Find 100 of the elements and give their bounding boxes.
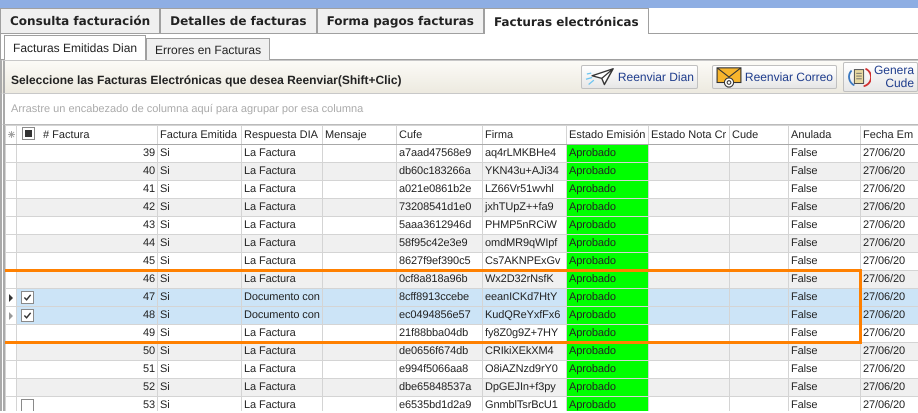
table-cell: False (788, 306, 860, 324)
table-cell: dbe65848537a (396, 378, 482, 396)
table-cell: Si (158, 324, 242, 342)
column-header[interactable]: Estado Emisión (566, 126, 648, 144)
table-cell: False (788, 396, 860, 411)
table-cell: La Factura (242, 396, 322, 411)
row-checkbox[interactable] (21, 399, 34, 411)
toolbar-button[interactable]: Genera Cude (842, 62, 918, 92)
table-cell: Si (158, 288, 242, 306)
paper-plane-icon (584, 66, 615, 88)
table-cell: 27/06/20 (860, 306, 918, 324)
table-cell: 21f88bba04db (396, 324, 482, 342)
row-checkbox[interactable] (21, 309, 34, 322)
column-header[interactable]: Firma (482, 126, 566, 144)
table-cell: 27/06/20 (860, 378, 918, 396)
table-cell: e6535bd1d2a9 (396, 396, 482, 411)
table-cell: 39 (142, 146, 155, 161)
table-row[interactable]: 53 Si La Factura e6535bd1d2a9 GnmblTsrBcU1 Aprobado False 27/06/20 (6, 396, 918, 411)
table-cell: Si (158, 396, 242, 411)
table-row[interactable]: 45 Si La Factura 8627f9ef390c5 Cs7AKNPExGv Aprobado False 27/06/20 (6, 252, 918, 270)
column-header[interactable]: Cude (730, 126, 788, 144)
table-cell: YKN43u+AJi34 (482, 162, 566, 180)
table-cell: Aprobado (566, 234, 648, 252)
table-cell: 48 (142, 308, 155, 323)
table-cell: Si (158, 162, 242, 180)
column-header[interactable]: Mensaje (322, 126, 396, 144)
tab[interactable]: Facturas Emitidas Dian (4, 35, 146, 60)
table-cell: Aprobado (566, 306, 648, 324)
table-cell: 8cff8913ccebe (396, 288, 482, 306)
table-cell: False (788, 162, 860, 180)
table-cell: False (788, 234, 860, 252)
table-cell: Aprobado (566, 378, 648, 396)
table-row[interactable]: 48 Si Documento con ec0494856e57 KudQReYxfFx6 Aprobado False 27/06/20 (6, 306, 918, 324)
table-row[interactable]: 50 Si La Factura de0656f674db CRIkiXEkXM4 Aprobado False 27/06/20 (6, 342, 918, 360)
table-cell: 40 (142, 164, 155, 179)
table-cell: eeanICKd7HtY (482, 288, 566, 306)
tab[interactable]: Facturas electrónicas (484, 8, 649, 34)
group-panel-hint: Arrastre un encabezado de columna aquí para agrupar por esa columna (11, 103, 364, 115)
column-header[interactable]: Estado Nota Cr (648, 126, 730, 144)
table-cell: 58f95c42e3e9 (396, 234, 482, 252)
table-row[interactable]: 42 Si La Factura 73208541d1e0 jxhTUpZ++fa9 Aprobado False 27/06/20 (6, 198, 918, 216)
table-cell: 27/06/20 (860, 234, 918, 252)
table-cell: ec0494856e57 (396, 306, 482, 324)
column-header[interactable]: Anulada (788, 126, 860, 144)
table-cell: DpGEJIn+f3py (482, 378, 566, 396)
table-cell: 73208541d1e0 (396, 198, 482, 216)
table-cell: 52 (142, 380, 155, 395)
table-cell: La Factura (242, 234, 322, 252)
table-cell: 46 (142, 272, 155, 287)
table-cell: 27/06/20 (860, 342, 918, 360)
toolbar-title: Seleccione las Facturas Electrónicas que desea Reenviar(Shift+Clic) (11, 72, 402, 87)
table-cell: Aprobado (566, 162, 648, 180)
column-header[interactable]: Respuesta DIA (242, 126, 322, 144)
toolbar-button[interactable]: Reenviar Correo (712, 65, 837, 89)
table-cell: 51 (142, 362, 155, 377)
table-cell: jxhTUpZ++fa9 (482, 198, 566, 216)
toolbar-button[interactable]: Reenviar Dian (580, 65, 698, 89)
table-cell: 43 (142, 218, 155, 233)
table-cell: Documento con (242, 306, 322, 324)
select-all-checkbox[interactable] (22, 127, 35, 140)
table-cell: 27/06/20 (860, 288, 918, 306)
table-cell: 49 (142, 326, 155, 341)
tab[interactable]: Forma pagos facturas (316, 8, 484, 33)
column-header[interactable]: Factura Emitida (158, 126, 242, 144)
table-cell: Si (158, 198, 242, 216)
table-cell: 53 (142, 398, 155, 411)
table-cell: omdMR9qWIpf (482, 234, 566, 252)
table-cell: Aprobado (566, 396, 648, 411)
document-cycle-icon (846, 65, 871, 89)
table-cell: Si (158, 252, 242, 270)
table-cell: 27/06/20 (860, 198, 918, 216)
table-cell: 47 (142, 290, 155, 305)
table-cell: 41 (142, 182, 155, 197)
table-row[interactable]: 46 Si La Factura 0cf8a818a96b Wx2D32rNsfK Aprobado False 27/06/20 (6, 270, 918, 288)
table-cell: Si (158, 378, 242, 396)
table-cell: Aprobado (566, 288, 648, 306)
column-header[interactable]: Cufe (396, 126, 482, 144)
table-row[interactable]: 44 Si La Factura 58f95c42e3e9 omdMR9qWIpf Aprobado False 27/06/20 (6, 234, 918, 252)
column-header[interactable]: Fecha Em (860, 126, 918, 144)
table-cell: Si (158, 306, 242, 324)
table-cell: La Factura (242, 198, 322, 216)
table-cell: La Factura (242, 252, 322, 270)
tab[interactable]: Errores en Facturas (146, 38, 270, 60)
table-cell: 42 (142, 200, 155, 215)
column-header[interactable]: # Factura (16, 126, 158, 144)
table-row[interactable]: 52 Si La Factura dbe65848537a DpGEJIn+f3py Aprobado False 27/06/20 (6, 378, 918, 396)
table-row[interactable]: 40 Si La Factura db60c183266a YKN43u+AJi34 Aprobado False 27/06/20 (6, 162, 918, 180)
row-checkbox[interactable] (21, 291, 34, 304)
table-cell: 27/06/20 (860, 162, 918, 180)
table-cell: Aprobado (566, 198, 648, 216)
table-cell: La Factura (242, 324, 322, 342)
tab[interactable]: Detalles de facturas (160, 8, 317, 33)
tab[interactable]: Consulta facturación (0, 8, 160, 33)
table-row[interactable]: 49 Si La Factura 21f88bba04db fy8Z0g9Z+7HY Aprobado False 27/06/20 (6, 324, 918, 342)
table-cell: Aprobado (566, 216, 648, 234)
table-cell: False (788, 198, 860, 216)
table-row[interactable]: 47 Si Documento con 8cff8913ccebe eeanICKd7HtY Aprobado False 27/06/20 (6, 288, 918, 306)
table-cell: Aprobado (566, 180, 648, 198)
table-cell: Aprobado (566, 360, 648, 378)
table-cell: 44 (142, 236, 155, 251)
